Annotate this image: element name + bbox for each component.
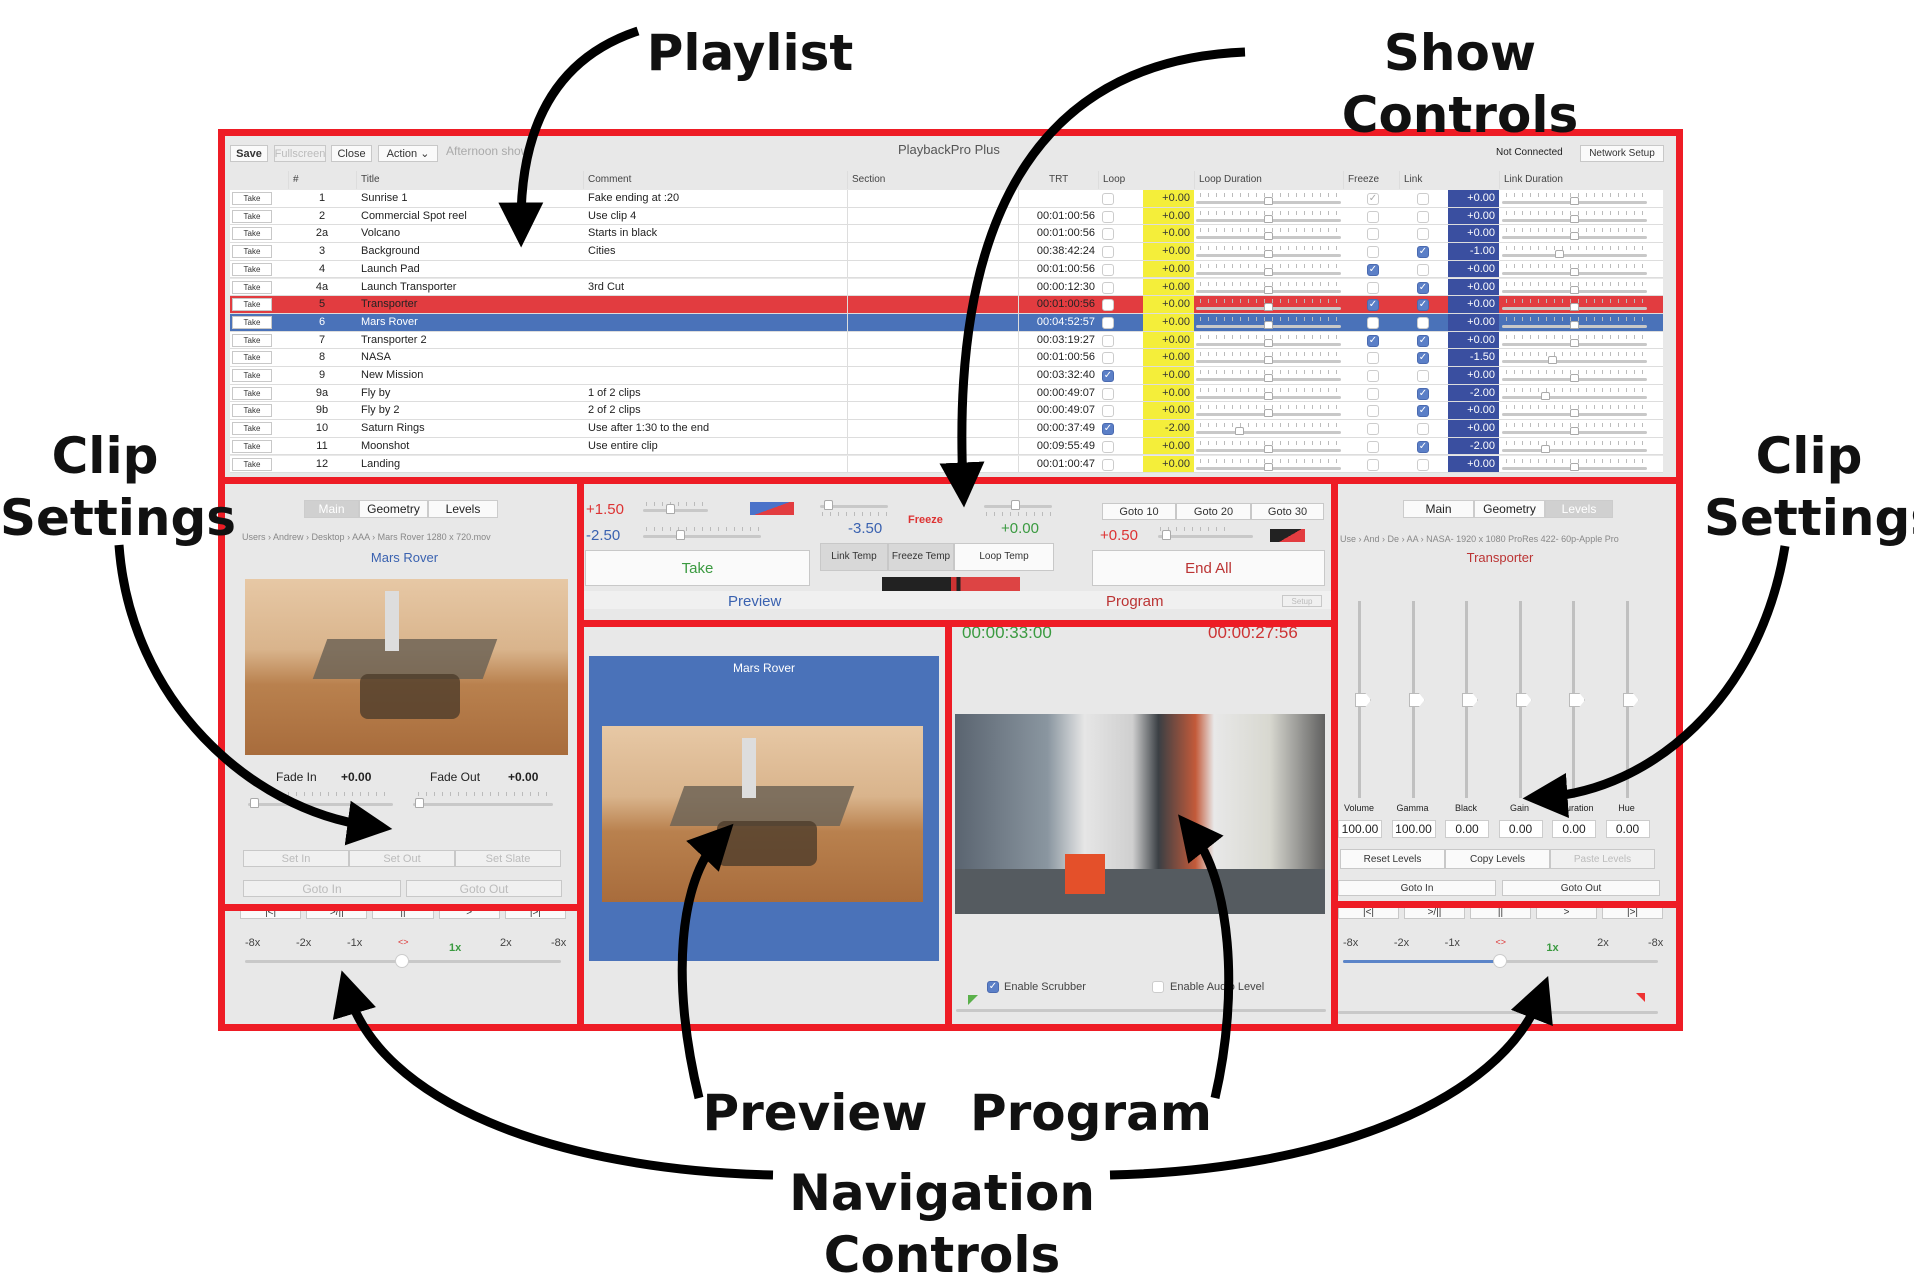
annotation-show-controls: Show Controls	[1341, 24, 1579, 144]
annotation-arrows	[114, 26, 1790, 1180]
annotation-program: Program	[970, 1084, 1212, 1142]
arrow-clip-settings-right	[1522, 545, 1790, 818]
annotation-navigation-controls: Navigation Controls	[789, 1164, 1095, 1284]
arrow-program	[1178, 814, 1234, 1100]
annotation-clip-settings-left: Clip Settings	[0, 427, 237, 547]
arrow-clip-settings-left	[114, 544, 393, 846]
arrow-show-controls	[939, 47, 1246, 508]
arrow-playlist	[498, 26, 640, 248]
annotation-playlist: Playlist	[646, 24, 854, 82]
arrow-preview	[677, 823, 734, 1100]
annotation-clip-settings-right: ClipSettings	[1704, 427, 1914, 547]
annotation-preview: Preview	[702, 1084, 928, 1142]
